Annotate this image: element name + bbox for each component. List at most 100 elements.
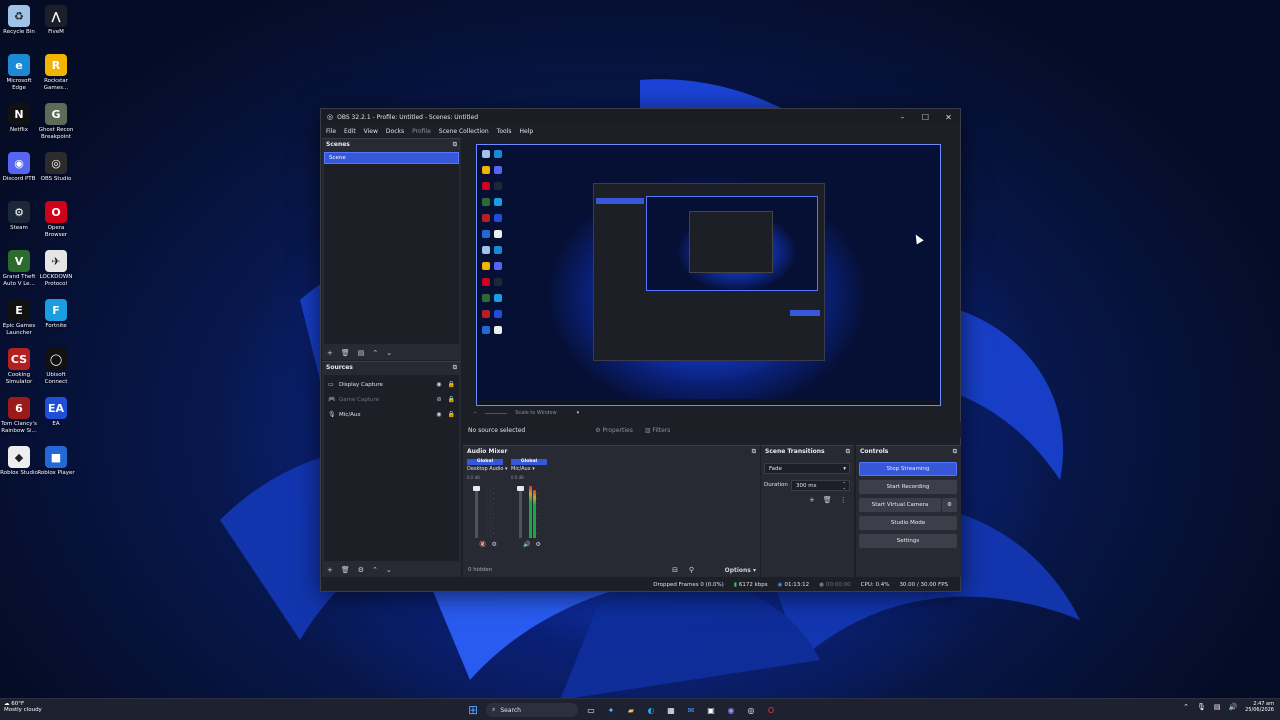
popout-icon[interactable]: ⧉ (453, 364, 457, 372)
network-icon[interactable]: ▤ (1214, 703, 1221, 711)
menu-file[interactable]: File (326, 128, 336, 135)
scene-item[interactable]: Scene (324, 152, 459, 164)
desktop-shortcut[interactable]: G Ghost Recon Breakpoint (37, 103, 75, 140)
link-icon[interactable]: ⚲ (689, 566, 694, 574)
transition-select[interactable]: Fade ▾ (764, 463, 850, 474)
eye-hidden-icon[interactable]: ⊘ (436, 396, 441, 403)
desktop-shortcut[interactable]: EA EA (37, 397, 75, 428)
gear-icon[interactable]: ⚙ (535, 541, 540, 548)
volume-knob[interactable] (517, 486, 524, 491)
menu-tools[interactable]: Tools (497, 128, 512, 135)
menu-profile[interactable]: Profile (412, 128, 431, 135)
desktop-shortcut[interactable]: ⋀ FiveM (37, 5, 75, 36)
microphone-icon[interactable]: 🎙 (1197, 703, 1206, 711)
desktop-shortcut[interactable]: V Grand Theft Auto V Le... (0, 250, 38, 287)
trash-icon[interactable]: 🗑 (341, 349, 350, 357)
speaker-icon[interactable]: 🔊 (523, 541, 530, 548)
taskbar-search[interactable]: ⌕ Search (486, 703, 578, 717)
desktop-shortcut[interactable]: ⚙ Steam (0, 201, 38, 232)
preview-canvas[interactable] (476, 144, 941, 406)
stepper-icon[interactable]: ⌃ ⌄ (843, 481, 846, 490)
desktop-shortcut[interactable]: 6 Tom Clancy's Rainbow Si... (0, 397, 38, 434)
chevron-up-icon[interactable]: ⌃ (372, 349, 378, 357)
desktop-shortcut[interactable]: R Rockstar Games... (37, 54, 75, 91)
copilot-icon[interactable]: ✦ (604, 703, 618, 717)
gear-icon[interactable]: ⚙ (942, 498, 957, 512)
menu-scene-collection[interactable]: Scene Collection (439, 128, 489, 135)
desktop-shortcut[interactable]: F Fortnite (37, 299, 75, 330)
trash-icon[interactable]: 🗑 (341, 566, 350, 574)
title-bar[interactable]: ◎ OBS 32.2.1 - Profile: Untitled - Scene… (321, 109, 960, 125)
popout-icon[interactable]: ⧉ (453, 141, 457, 149)
source-item[interactable]: 🎙 Mic/Aux ◉ 🔒 (324, 407, 459, 422)
popout-icon[interactable]: ⧉ (953, 448, 957, 456)
add-icon[interactable]: + (809, 496, 815, 504)
windows-start-icon[interactable]: ⊞ (466, 703, 480, 717)
desktop-shortcut[interactable]: ✈ LOCKDOWN Protocol (37, 250, 75, 287)
add-icon[interactable]: + (327, 566, 333, 574)
chevron-down-icon[interactable]: ⌄ (386, 349, 392, 357)
track-name[interactable]: Mic/Aux ▾ (511, 466, 547, 472)
minimize-icon[interactable]: – (891, 109, 914, 125)
trash-icon[interactable]: 🗑 (823, 496, 832, 504)
clock[interactable]: 2:47 am 25/06/2026 (1245, 701, 1274, 713)
desktop-shortcut[interactable]: ◯ Ubisoft Connect (37, 348, 75, 385)
zoom-out-icon[interactable]: − (473, 410, 477, 416)
zoom-track[interactable] (485, 412, 508, 414)
more-icon[interactable]: ⋮ (840, 496, 847, 504)
lock-icon[interactable]: 🔒 (448, 381, 455, 388)
duration-input[interactable]: 300 ms ⌃ ⌄ (791, 480, 850, 491)
discord-icon[interactable]: ◉ (724, 703, 738, 717)
menu-view[interactable]: View (364, 128, 378, 135)
desktop-shortcut[interactable]: e Microsoft Edge (0, 54, 38, 91)
stop-streaming-button[interactable]: Stop Streaming (859, 462, 957, 476)
eye-icon[interactable]: ◉ (436, 411, 441, 418)
gear-icon[interactable]: ⚙ (491, 541, 496, 548)
menu-edit[interactable]: Edit (344, 128, 356, 135)
opera-icon[interactable]: O (764, 703, 778, 717)
task-view-icon[interactable]: ▭ (584, 703, 598, 717)
desktop-shortcut[interactable]: N Netflix (0, 103, 38, 134)
add-icon[interactable]: + (327, 349, 333, 357)
start-virtual-camera-button[interactable]: Start Virtual Camera (859, 498, 941, 512)
menu-docks[interactable]: Docks (386, 128, 404, 135)
edge-icon[interactable]: ◐ (644, 703, 658, 717)
chevron-down-icon[interactable]: ⌄ (386, 566, 392, 574)
source-item[interactable]: ▭ Display Capture ◉ 🔒 (324, 377, 459, 392)
layout-icon[interactable]: ⊟ (672, 566, 678, 574)
desktop-shortcut[interactable]: ■ Roblox Player (37, 446, 75, 477)
lock-icon[interactable]: 🔒 (448, 411, 455, 418)
popout-icon[interactable]: ⧉ (846, 448, 850, 456)
desktop-shortcut[interactable]: E Epic Games Launcher (0, 299, 38, 336)
options-button[interactable]: Options ▾ (725, 567, 756, 574)
volume-knob[interactable] (473, 486, 480, 491)
studio-mode-button[interactable]: Studio Mode (859, 516, 957, 530)
desktop-shortcut[interactable]: ◉ Discord PTB (0, 152, 38, 183)
desktop-shortcut[interactable]: O Opera Browser (37, 201, 75, 238)
lock-icon[interactable]: 🔒 (448, 396, 455, 403)
filters-button[interactable]: ▥ Filters (645, 427, 671, 434)
desktop-shortcut[interactable]: ◆ Roblox Studio (0, 446, 38, 477)
eye-icon[interactable]: ◉ (436, 381, 441, 388)
zoom-mode[interactable]: Scale to Window (515, 410, 556, 416)
start-recording-button[interactable]: Start Recording (859, 480, 957, 494)
volume-slider[interactable] (475, 486, 478, 538)
menu-help[interactable]: Help (519, 128, 533, 135)
file-explorer-icon[interactable]: ▰ (624, 703, 638, 717)
volume-icon[interactable]: 🔊 (1228, 703, 1237, 711)
close-icon[interactable]: ✕ (937, 109, 960, 125)
weather-widget[interactable]: ☁ 60°F Mostly cloudy (4, 701, 42, 713)
source-item[interactable]: 🎮 Game Capture ⊘ 🔒 (324, 392, 459, 407)
chevron-up-icon[interactable]: ⌃ (372, 566, 378, 574)
chevron-up-icon[interactable]: ⌃ (1183, 703, 1189, 711)
desktop-shortcut[interactable]: ♻ Recycle Bin (0, 5, 38, 36)
mail-icon[interactable]: ✉ (684, 703, 698, 717)
store-icon[interactable]: ▦ (664, 703, 678, 717)
desktop-shortcut[interactable]: CS Cooking Simulator (0, 348, 38, 385)
maximize-icon[interactable]: ☐ (914, 109, 937, 125)
volume-slider[interactable] (519, 486, 522, 538)
filter-icon[interactable]: ▤ (358, 349, 365, 357)
properties-button[interactable]: ⚙ Properties (595, 427, 633, 434)
chevron-down-icon[interactable]: ▾ (577, 410, 580, 416)
desktop-shortcut[interactable]: ◎ OBS Studio (37, 152, 75, 183)
